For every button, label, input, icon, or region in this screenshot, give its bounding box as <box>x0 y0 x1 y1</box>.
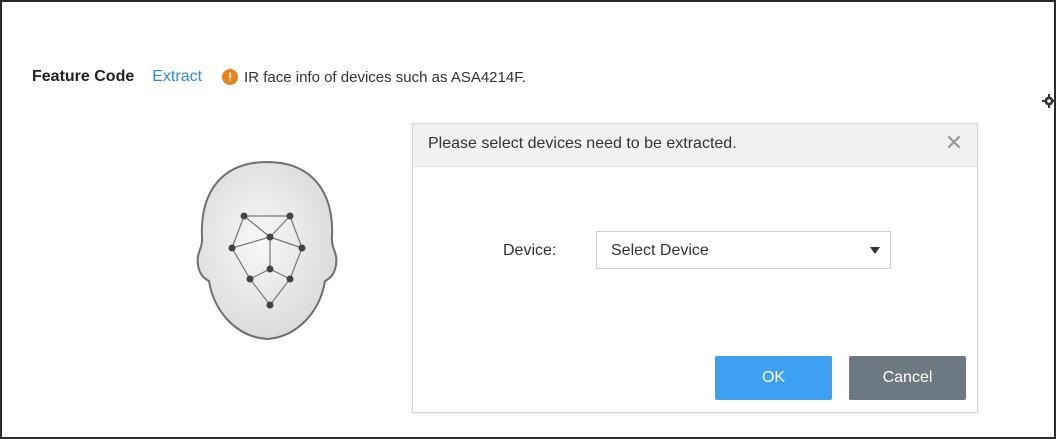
feature-code-header: Feature Code Extract ! IR face info of d… <box>32 65 526 89</box>
device-label: Device: <box>503 242 557 259</box>
gear-icon[interactable] <box>1042 94 1056 108</box>
device-select[interactable]: Select Device <box>596 231 891 269</box>
info-text: IR face info of devices such as ASA4214F… <box>244 68 526 86</box>
extract-dialog: Please select devices need to be extract… <box>412 123 978 413</box>
extract-link[interactable]: Extract <box>152 68 202 86</box>
dialog-header: Please select devices need to be extract… <box>413 124 977 167</box>
feature-code-title: Feature Code <box>32 68 135 85</box>
device-select-value: Select Device <box>611 242 709 259</box>
ok-button[interactable]: OK <box>715 356 832 400</box>
cancel-button[interactable]: Cancel <box>849 356 966 400</box>
app-frame: Feature Code Extract ! IR face info of d… <box>0 0 1056 439</box>
warning-icon: ! <box>222 69 239 85</box>
close-icon[interactable]: ✕ <box>943 132 965 154</box>
face-illustration <box>196 160 338 341</box>
chevron-down-icon <box>870 247 880 254</box>
dialog-title: Please select devices need to be extract… <box>428 135 737 152</box>
